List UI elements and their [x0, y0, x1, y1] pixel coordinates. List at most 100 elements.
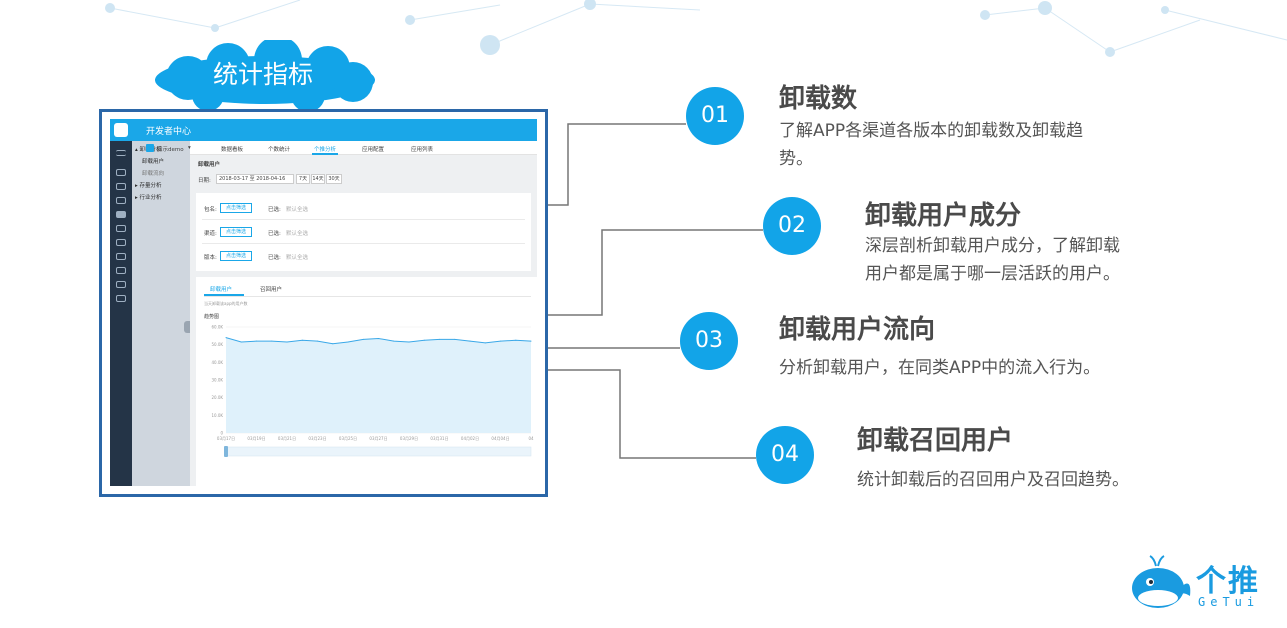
y-tick-label: 40.0K	[211, 360, 223, 365]
y-tick-label: 20.0K	[211, 395, 223, 400]
data-point	[240, 341, 242, 343]
filter-button[interactable]: 点击筛选	[220, 251, 252, 261]
item-03-title: 卸载用户流向	[779, 315, 936, 345]
x-tick-label: 03月23日	[308, 436, 326, 441]
slide: 统计指标 开发者中心 ▴ 卸载分析 卸载用户 卸载流向 ▸ 存量分析 ▸ 行业分…	[0, 0, 1287, 628]
home-icon[interactable]	[116, 169, 126, 176]
data-point	[484, 342, 486, 344]
app-screenshot: 开发者中心 ▴ 卸载分析 卸载用户 卸载流向 ▸ 存量分析 ▸ 行业分析	[99, 109, 548, 497]
menu-icon[interactable]	[116, 150, 126, 156]
bag-icon[interactable]	[116, 267, 126, 274]
data-point	[454, 338, 456, 340]
y-tick-label: 0	[220, 431, 223, 436]
x-tick-label: 04月04日	[491, 436, 509, 441]
range-30-button[interactable]: 30天	[326, 174, 342, 184]
y-tick-label: 30.0K	[211, 378, 223, 383]
connector-01	[548, 123, 686, 206]
top-tabs: 演示demo ▾ 数据看板 个数统计 个推分析 应用配置 应用列表	[146, 141, 537, 155]
item-01-number: 01	[686, 87, 744, 145]
item-04-desc-line1: 统计卸载后的召回用户及召回趋势。	[857, 470, 1129, 490]
y-tick-label: 50.0K	[211, 342, 223, 347]
connector-02	[548, 229, 763, 316]
main-content: 演示demo ▾ 数据看板 个数统计 个推分析 应用配置 应用列表 卸载用户 日…	[146, 141, 537, 486]
item-04-title: 卸载召回用户	[857, 426, 1014, 456]
selected-label: 已选:	[268, 207, 281, 213]
data-point	[423, 339, 425, 341]
tab-app-list[interactable]: 应用列表	[411, 145, 433, 153]
item-03-desc-line1: 分析卸载用户，在同类APP中的流入行为。	[779, 358, 1101, 378]
tab-count[interactable]: 个数统计	[268, 145, 290, 153]
app-select[interactable]: 演示demo	[157, 145, 184, 153]
menu-item-uninstall-users[interactable]: 卸载用户	[142, 157, 164, 165]
push-icon[interactable]	[116, 197, 126, 204]
menu-group-industry[interactable]: ▸ 行业分析	[135, 193, 162, 201]
date-range-input[interactable]: 2018-03-17 至 2018-04-16	[216, 174, 294, 184]
date-label: 日期:	[198, 178, 211, 184]
item-02-number: 02	[763, 197, 821, 255]
tab-analysis[interactable]: 个推分析	[314, 145, 336, 153]
item-02-desc-line2: 用户都是属于哪一层活跃的用户。	[865, 264, 1120, 284]
x-tick-label: 03月17日	[217, 436, 235, 441]
item-01-desc-line1: 了解APP各渠道各版本的卸载数及卸载趋	[779, 121, 1084, 141]
mail-icon[interactable]	[116, 281, 126, 288]
data-point	[256, 340, 257, 342]
app-title: 开发者中心	[146, 127, 192, 137]
range-7-button[interactable]: 7天	[296, 174, 310, 184]
selected-label: 已选:	[268, 255, 281, 261]
item-01-desc-line2: 势。	[779, 149, 813, 169]
menu-item-uninstall-flow[interactable]: 卸载流向	[142, 169, 164, 177]
monitor-icon[interactable]	[116, 295, 126, 302]
divider	[202, 219, 525, 220]
active-tab-underline	[312, 153, 338, 155]
doc-icon[interactable]	[116, 239, 126, 246]
calendar-icon[interactable]	[116, 253, 126, 260]
selected-label: 已选:	[268, 231, 281, 237]
data-point	[515, 339, 517, 341]
data-point	[500, 340, 501, 342]
zoom-slider-handle	[224, 446, 228, 457]
data-point	[530, 340, 532, 342]
x-tick-label: 03月19日	[247, 436, 265, 441]
eye-icon[interactable]	[116, 211, 126, 218]
brand-name-en: GeTui	[1198, 595, 1260, 609]
filter-label: 版本:	[204, 255, 217, 261]
grid-icon[interactable]	[116, 183, 126, 190]
data-point	[225, 337, 227, 339]
app-icon	[146, 144, 154, 152]
range-14-button[interactable]: 14天	[311, 174, 325, 184]
data-point	[317, 340, 318, 342]
connector-04	[548, 369, 756, 459]
selected-value: 默认全选	[286, 255, 309, 261]
series-area	[226, 337, 531, 433]
undo-icon[interactable]	[116, 225, 126, 232]
x-tick-label: 03月29日	[400, 436, 418, 441]
x-tick-label: 03月27日	[369, 436, 387, 441]
data-point	[378, 338, 379, 339]
data-point	[347, 341, 349, 343]
data-point	[469, 340, 471, 342]
app-select-caret-icon[interactable]: ▾	[188, 145, 191, 151]
menu-group-stock[interactable]: ▸ 存量分析	[135, 181, 162, 189]
chart-panel: 卸载用户 召回用户 当天卸载该app的用户数 趋势图 60.0K 50.0K 40.…	[196, 277, 537, 486]
filter-panel: 包名: 点击筛选 已选: 默认全选 渠道: 点击筛选 已选: 默认全选 版本: …	[196, 193, 531, 271]
data-point	[271, 340, 273, 342]
app-topbar: 开发者中心	[110, 119, 537, 141]
data-point	[301, 339, 303, 341]
tab-dashboard[interactable]: 数据看板	[221, 145, 243, 153]
side-menu: ▴ 卸载分析 卸载用户 卸载流向 ▸ 存量分析 ▸ 行业分析	[132, 141, 190, 486]
data-point	[439, 338, 440, 340]
data-point	[393, 340, 395, 342]
data-point	[362, 338, 364, 340]
item-02-title: 卸载用户成分	[865, 201, 1022, 231]
filter-button[interactable]: 点击筛选	[220, 227, 252, 237]
divider	[202, 243, 525, 244]
item-04-number: 04	[756, 426, 814, 484]
data-point	[408, 341, 410, 343]
filter-button[interactable]: 点击筛选	[220, 203, 252, 213]
tab-config[interactable]: 应用配置	[362, 145, 384, 153]
selected-value: 默认全选	[286, 207, 309, 213]
cloud-label: 统计指标	[212, 60, 313, 89]
selected-value: 默认全选	[286, 231, 309, 237]
y-tick-label: 60.0K	[211, 325, 223, 330]
x-tick-label: 03月25日	[339, 436, 357, 441]
